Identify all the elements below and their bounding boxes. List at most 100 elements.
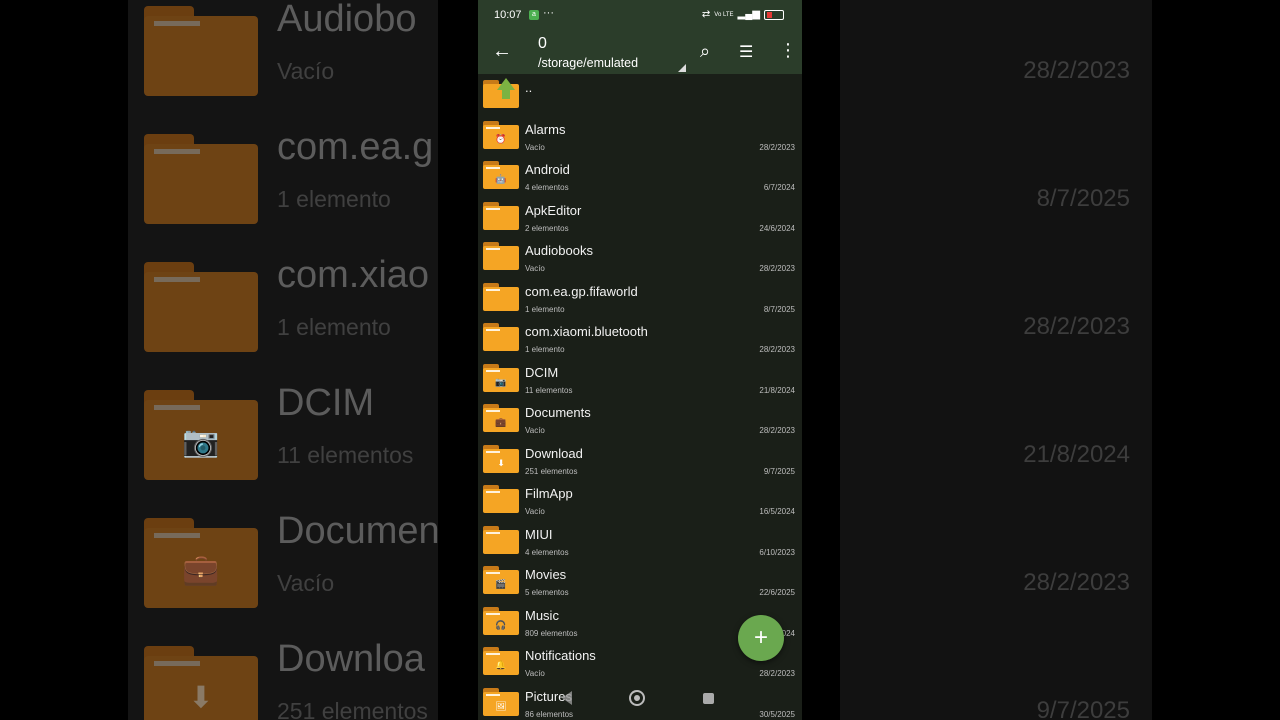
folder-row[interactable]: 📷 DCIM 11 elementos 21/8/2024 — [478, 358, 802, 399]
folder-item-count: 809 elementos — [525, 628, 578, 638]
app-notification-icon: a — [529, 10, 539, 20]
briefcase-icon: 💼 — [495, 416, 507, 427]
toolbar: ← 0 /storage/emulated ⌕ ☰ ⋮ — [478, 30, 802, 74]
folder-item-count: 1 elemento — [525, 304, 565, 314]
nav-recents-icon[interactable] — [703, 693, 714, 704]
background-folder-icon: ⬇ — [144, 646, 258, 720]
folder-date: 21/8/2024 — [759, 385, 795, 395]
background-left-blur: Audiobo Vacío com.ea.g 1 elemento com.xiao 1 … — [128, 0, 438, 720]
path-dropdown-icon[interactable] — [678, 64, 686, 72]
alarm-icon: ⏰ — [495, 133, 507, 144]
background-name: DCIM — [277, 382, 375, 424]
folder-item-count: 5 elementos — [525, 588, 569, 597]
clapperboard-icon: 🎬 — [495, 578, 507, 589]
folder-date: 8/7/2025 — [763, 304, 795, 314]
folder-row[interactable]: com.ea.gp.fifaworld 1 elemento 8/7/2025 — [478, 277, 802, 318]
add-button[interactable]: + — [738, 615, 784, 661]
folder-date: 28/2/2023 — [759, 345, 795, 354]
folder-name: com.xiaomi.bluetooth — [525, 324, 648, 339]
folder-name: ApkEditor — [525, 202, 582, 218]
more-notifications-icon: ··· — [543, 7, 554, 19]
parent-folder-icon — [483, 78, 519, 108]
back-arrow-icon[interactable]: ← — [492, 40, 512, 63]
folder-icon — [483, 242, 519, 270]
background-date: 28/2/2023 — [1023, 313, 1130, 340]
battery-icon — [764, 9, 784, 20]
folder-date: 24/6/2024 — [759, 223, 795, 233]
background-date: 21/8/2024 — [1023, 441, 1130, 468]
background-sub: Vacío — [277, 58, 335, 84]
background-name: com.ea.g — [277, 126, 434, 168]
folder-name: Audiobooks — [525, 243, 593, 258]
folder-row[interactable]: 💼 Documents Vacío 28/2/2023 — [478, 398, 802, 439]
background-date: 9/7/2025 — [1036, 697, 1130, 720]
folder-name: DCIM — [525, 364, 559, 380]
folder-item-count: Vacío — [525, 426, 545, 435]
background-name: Audiobo — [277, 0, 417, 40]
folder-name: Alarms — [525, 121, 566, 137]
background-sub: 1 elemento — [277, 186, 391, 212]
background-folder-icon — [144, 6, 258, 96]
folder-name: Documents — [525, 405, 591, 420]
folder-icon: 📷 — [483, 363, 519, 392]
folder-item-count: 4 elementos — [525, 547, 569, 557]
folder-row[interactable]: ⬇ Download 251 elementos 9/7/2025 — [478, 439, 802, 480]
sync-off-icon: ⇄ — [701, 9, 711, 20]
folder-date: 28/2/2023 — [759, 426, 795, 435]
folder-item-count: 4 elementos — [525, 183, 569, 192]
folder-item-count: Vacío — [525, 264, 545, 273]
background-row: 💼 Documen Vacío — [144, 500, 438, 628]
folder-row[interactable]: FilmApp Vacío 16/5/2024 — [478, 479, 802, 520]
current-path[interactable]: /storage/emulated — [538, 56, 638, 70]
folder-icon: 💼 — [483, 404, 519, 432]
background-date: 28/2/2023 — [1023, 57, 1130, 84]
background-row: com.ea.g 1 elemento — [144, 116, 438, 244]
folder-row[interactable]: 🎬 Movies 5 elementos 22/6/2025 — [478, 560, 802, 601]
folder-name: MIUI — [525, 526, 553, 542]
folder-row[interactable]: ApkEditor 2 elementos 24/6/2024 — [478, 196, 802, 237]
folder-icon — [483, 525, 519, 554]
folder-item-count: 11 elementos — [525, 385, 573, 395]
phone-screen: 10:07 a ··· ⇄ Vo LTE ▂▄▆ ← 0 /storage/em… — [478, 0, 802, 720]
signal-icon: ▂▄▆ — [737, 9, 760, 20]
folder-icon — [483, 201, 519, 230]
folder-icon — [483, 323, 519, 351]
background-row: Audiobo Vacío — [144, 0, 438, 116]
background-date: 28/2/2023 — [1023, 569, 1130, 596]
background-name: Documen — [277, 510, 438, 552]
folder-name: FilmApp — [525, 486, 573, 501]
parent-directory-row[interactable]: .. — [478, 74, 802, 115]
folder-date: 16/5/2024 — [759, 507, 795, 516]
folder-row[interactable]: com.xiaomi.bluetooth 1 elemento 28/2/2023 — [478, 317, 802, 358]
background-row: com.xiao 1 elemento — [144, 244, 438, 372]
folder-date: 28/2/2023 — [759, 264, 795, 273]
background-sub: 251 elementos — [277, 698, 428, 720]
folder-row[interactable]: MIUI 4 elementos 6/10/2023 — [478, 520, 802, 561]
background-right-blur: 28/2/2023 8/7/2025 28/2/2023 21/8/2024 28/2/… — [840, 0, 1152, 720]
search-icon[interactable]: ⌕ — [700, 41, 710, 62]
folder-row[interactable]: Audiobooks Vacío 28/2/2023 — [478, 236, 802, 277]
status-time: 10:07 — [494, 9, 522, 21]
parent-label: .. — [525, 80, 533, 95]
nav-back-icon[interactable] — [562, 691, 572, 705]
folder-name: Download — [525, 445, 583, 461]
nav-home-icon[interactable] — [629, 690, 645, 706]
folder-name: Music — [525, 607, 559, 623]
folder-icon: 🤖 — [483, 161, 519, 189]
list-view-icon[interactable]: ☰ — [739, 42, 753, 62]
folder-row[interactable]: ⏰ Alarms Vacío 28/2/2023 — [478, 115, 802, 156]
status-bar: 10:07 a ··· ⇄ Vo LTE ▂▄▆ — [478, 0, 802, 30]
folder-item-count: Vacío — [525, 669, 545, 678]
folder-item-count: 251 elementos — [525, 466, 578, 476]
headphones-icon: 🎧 — [495, 619, 507, 630]
folder-icon: 🎬 — [483, 566, 519, 594]
background-sub: 11 elementos — [277, 442, 414, 468]
folder-icon — [483, 485, 519, 513]
navigation-bar — [478, 684, 802, 714]
background-folder-icon — [144, 134, 258, 224]
folder-row[interactable]: 🤖 Android 4 elementos 6/7/2024 — [478, 155, 802, 196]
folder-name: Notifications — [525, 648, 596, 663]
background-sub: 1 elemento — [277, 314, 391, 340]
volte-text: Vo LTE — [714, 11, 734, 18]
more-options-icon[interactable]: ⋮ — [779, 40, 797, 61]
